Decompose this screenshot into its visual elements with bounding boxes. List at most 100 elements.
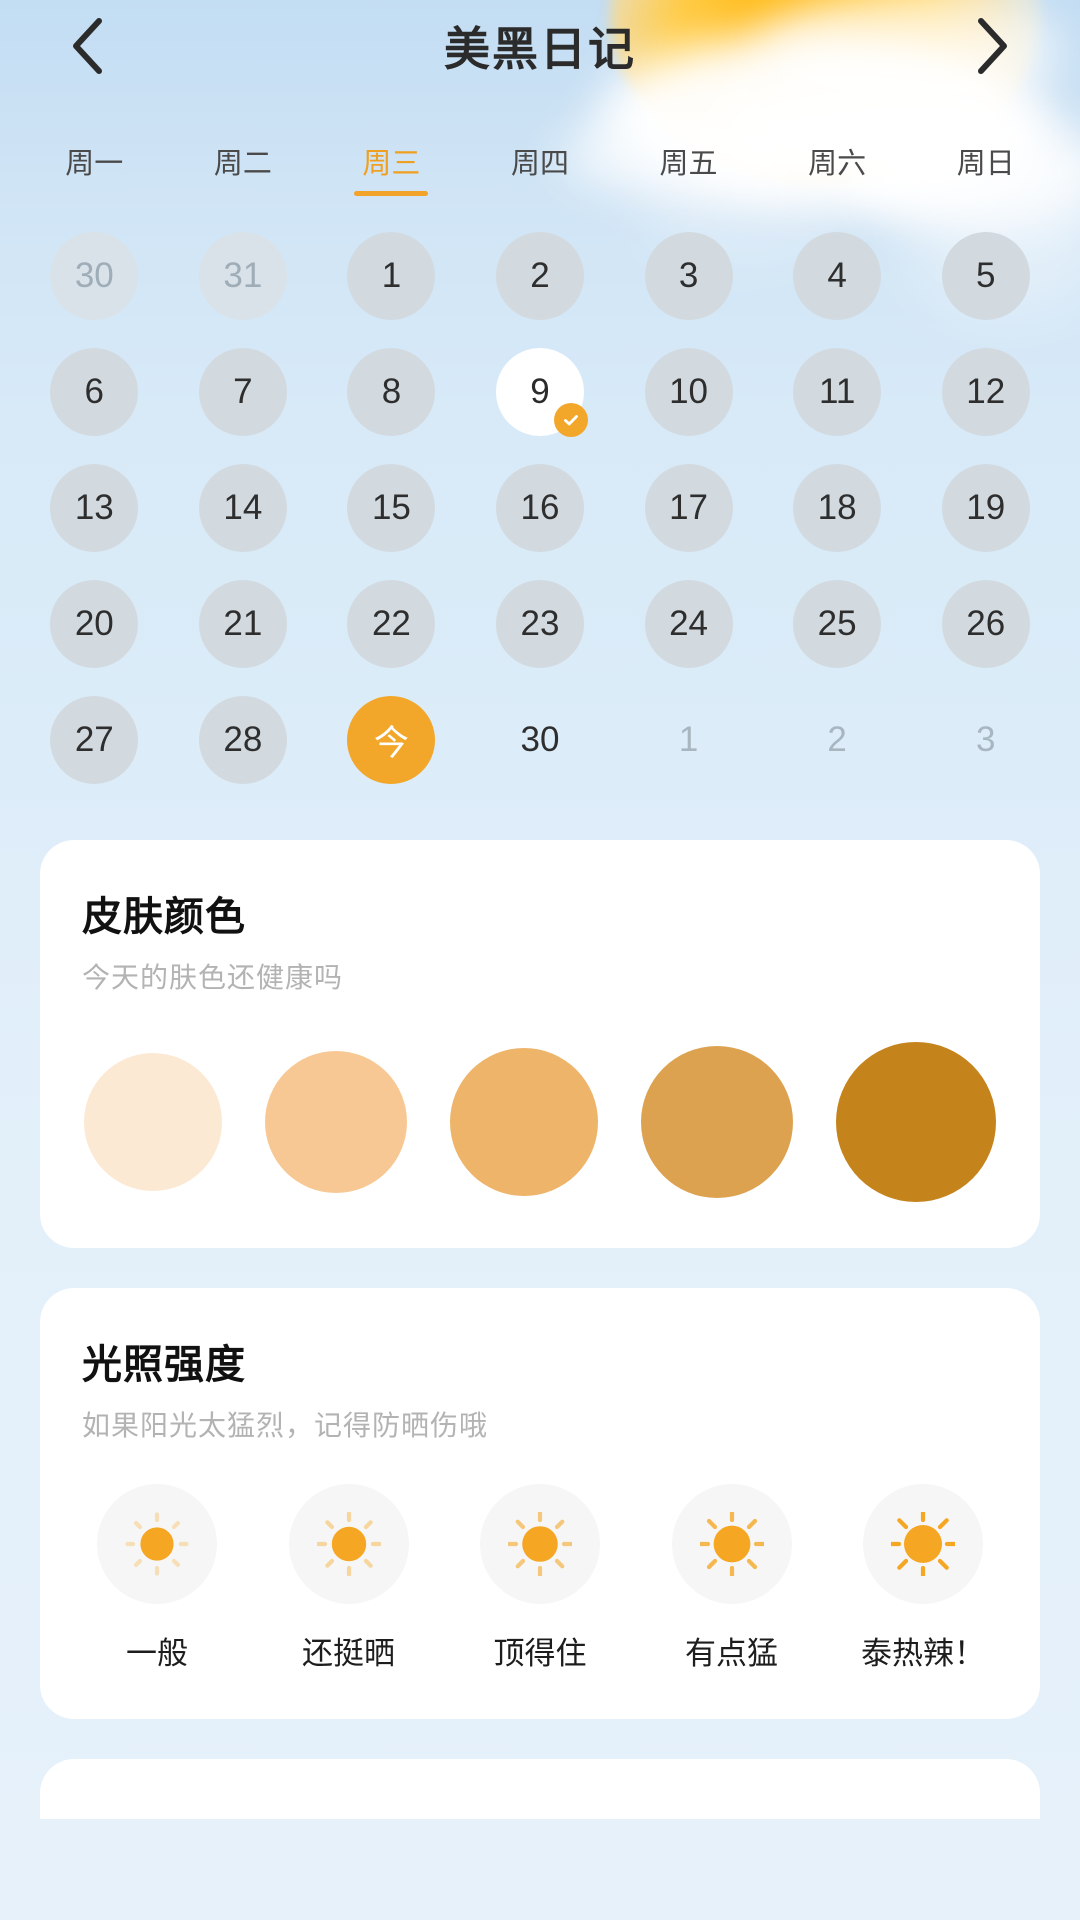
calendar-day-label: 28 [223,720,263,759]
chevron-right-icon[interactable] [962,15,1024,77]
calendar-day-label: 27 [74,720,114,759]
calendar-today-marker: 今 [347,696,436,784]
calendar-day-label: 30 [74,256,114,295]
calendar-day-cell[interactable]: 6 [20,348,169,436]
calendar-day-circle: 7 [198,348,287,436]
calendar-day-cell[interactable]: 15 [317,464,466,552]
weekday-3[interactable]: 周三 [317,140,466,196]
calendar-day-circle: 17 [644,464,733,552]
calendar-day-circle: 1 [645,696,733,784]
calendar-day-circle: 22 [347,580,436,668]
calendar-day-label: 21 [223,604,263,643]
calendar-day-cell[interactable]: 2 [466,232,615,320]
calendar-day-cell[interactable]: 30 [20,232,169,320]
calendar-day-cell[interactable]: 19 [911,464,1060,552]
calendar-day-cell[interactable]: 13 [20,464,169,552]
calendar-day-circle: 15 [347,464,436,552]
calendar-day-cell[interactable]: 今 [317,696,466,784]
calendar-day-cell[interactable]: 4 [763,232,912,320]
weekday-7[interactable]: 周日 [911,140,1060,196]
calendar-day-label: 11 [818,372,856,411]
calendar-day-circle: 4 [793,232,882,320]
light-card-title: 光照强度 [82,1343,246,1387]
calendar-day-circle: 21 [198,580,287,668]
calendar-day-cell[interactable]: 28 [169,696,318,784]
light-intensity-option-2[interactable]: 还挺晒 [274,1484,424,1673]
calendar-day-cell[interactable]: 30 [466,696,615,784]
sun-icon [480,1484,600,1604]
skin-tone-3[interactable] [450,1048,598,1196]
weekday-4[interactable]: 周四 [466,140,615,196]
calendar-day-cell[interactable]: 20 [20,580,169,668]
calendar-day-cell[interactable]: 23 [466,580,615,668]
skin-tone-2[interactable] [265,1051,407,1193]
calendar-day-circle: 3 [644,232,733,320]
calendar-day-cell[interactable]: 1 [614,696,763,784]
calendar-day-label: 15 [371,488,411,527]
light-intensity-option-5[interactable]: 泰热辣！ [848,1484,998,1673]
calendar-day-label: 17 [669,488,709,527]
calendar-day-circle: 10 [644,348,733,436]
calendar-day-label: 23 [520,604,560,643]
calendar-day-cell[interactable]: 11 [763,348,912,436]
calendar-day-cell[interactable]: 21 [169,580,318,668]
calendar-day-circle: 23 [495,580,584,668]
light-intensity-option-4[interactable]: 有点猛 [657,1484,807,1673]
calendar-day-label: 13 [74,488,114,527]
calendar-day-label: 25 [817,604,857,643]
calendar-day-label: 20 [74,604,114,643]
weekday-5[interactable]: 周五 [614,140,763,196]
chevron-left-icon[interactable] [56,15,118,77]
calendar-day-cell[interactable]: 16 [466,464,615,552]
calendar-day-label: 4 [827,256,847,295]
calendar-day-cell[interactable]: 12 [911,348,1060,436]
calendar-grid: 30 31 1 2 3 4 5 6 7 8 9 10 11 12 13 14 15 16 17 18 19 20 21 22 2… [0,196,1080,784]
calendar-day-cell[interactable]: 2 [763,696,912,784]
calendar-day-cell[interactable]: 17 [614,464,763,552]
calendar-day-label: 5 [975,256,996,295]
calendar-day-cell[interactable]: 31 [169,232,318,320]
sun-icon [97,1484,217,1604]
calendar-day-cell[interactable]: 26 [911,580,1060,668]
calendar-day-label: 1 [678,720,699,759]
light-intensity-option-1[interactable]: 一般 [82,1484,232,1673]
skin-card-subtitle: 今天的肤色还健康吗 [82,962,344,993]
calendar-day-label: 30 [520,720,560,759]
calendar-day-cell[interactable]: 8 [317,348,466,436]
calendar-day-label: 8 [381,372,402,411]
light-card-subtitle: 如果阳光太猛烈，记得防晒伤哦 [82,1410,489,1441]
calendar-day-cell[interactable]: 5 [911,232,1060,320]
sun-icon [288,1484,409,1604]
skin-tone-1[interactable] [84,1053,222,1191]
calendar-day-cell[interactable]: 22 [317,580,466,668]
calendar-day-cell[interactable]: 14 [169,464,318,552]
calendar-day-label: 19 [966,488,1006,527]
calendar-day-cell[interactable]: 10 [614,348,763,436]
calendar-day-circle: 2 [793,696,881,784]
calendar-day-label: 6 [84,372,105,411]
calendar-day-label: 16 [520,488,560,527]
light-intensity-label: 还挺晒 [302,1636,395,1671]
calendar-day-label: 1 [381,256,402,295]
weekday-2[interactable]: 周二 [169,140,318,196]
calendar-day-cell[interactable]: 18 [763,464,912,552]
weekday-1[interactable]: 周一 [20,140,169,196]
calendar-day-label: 3 [975,720,996,759]
calendar-day-cell[interactable]: 9 [466,348,615,437]
calendar-day-cell[interactable]: 25 [763,580,912,668]
light-intensity-card: 光照强度 如果阳光太猛烈，记得防晒伤哦 一般 还挺晒 顶得住 有点猛 泰热辣！ [40,1288,1040,1719]
light-intensity-label: 顶得住 [493,1636,587,1671]
calendar-day-circle: 19 [941,464,1030,552]
light-intensity-option-3[interactable]: 顶得住 [465,1484,615,1673]
calendar-day-cell[interactable]: 1 [317,232,466,320]
calendar-day-cell[interactable]: 24 [614,580,763,668]
calendar-day-circle: 24 [644,580,733,668]
calendar-day-cell[interactable]: 7 [169,348,318,436]
calendar-day-cell[interactable]: 3 [911,696,1060,784]
weekday-6[interactable]: 周六 [763,140,912,196]
skin-tone-5[interactable] [836,1042,996,1202]
calendar-day-cell[interactable]: 3 [614,232,763,320]
calendar-day-circle: 30 [496,696,584,784]
skin-tone-4[interactable] [641,1046,793,1198]
calendar-day-cell[interactable]: 27 [20,696,169,784]
